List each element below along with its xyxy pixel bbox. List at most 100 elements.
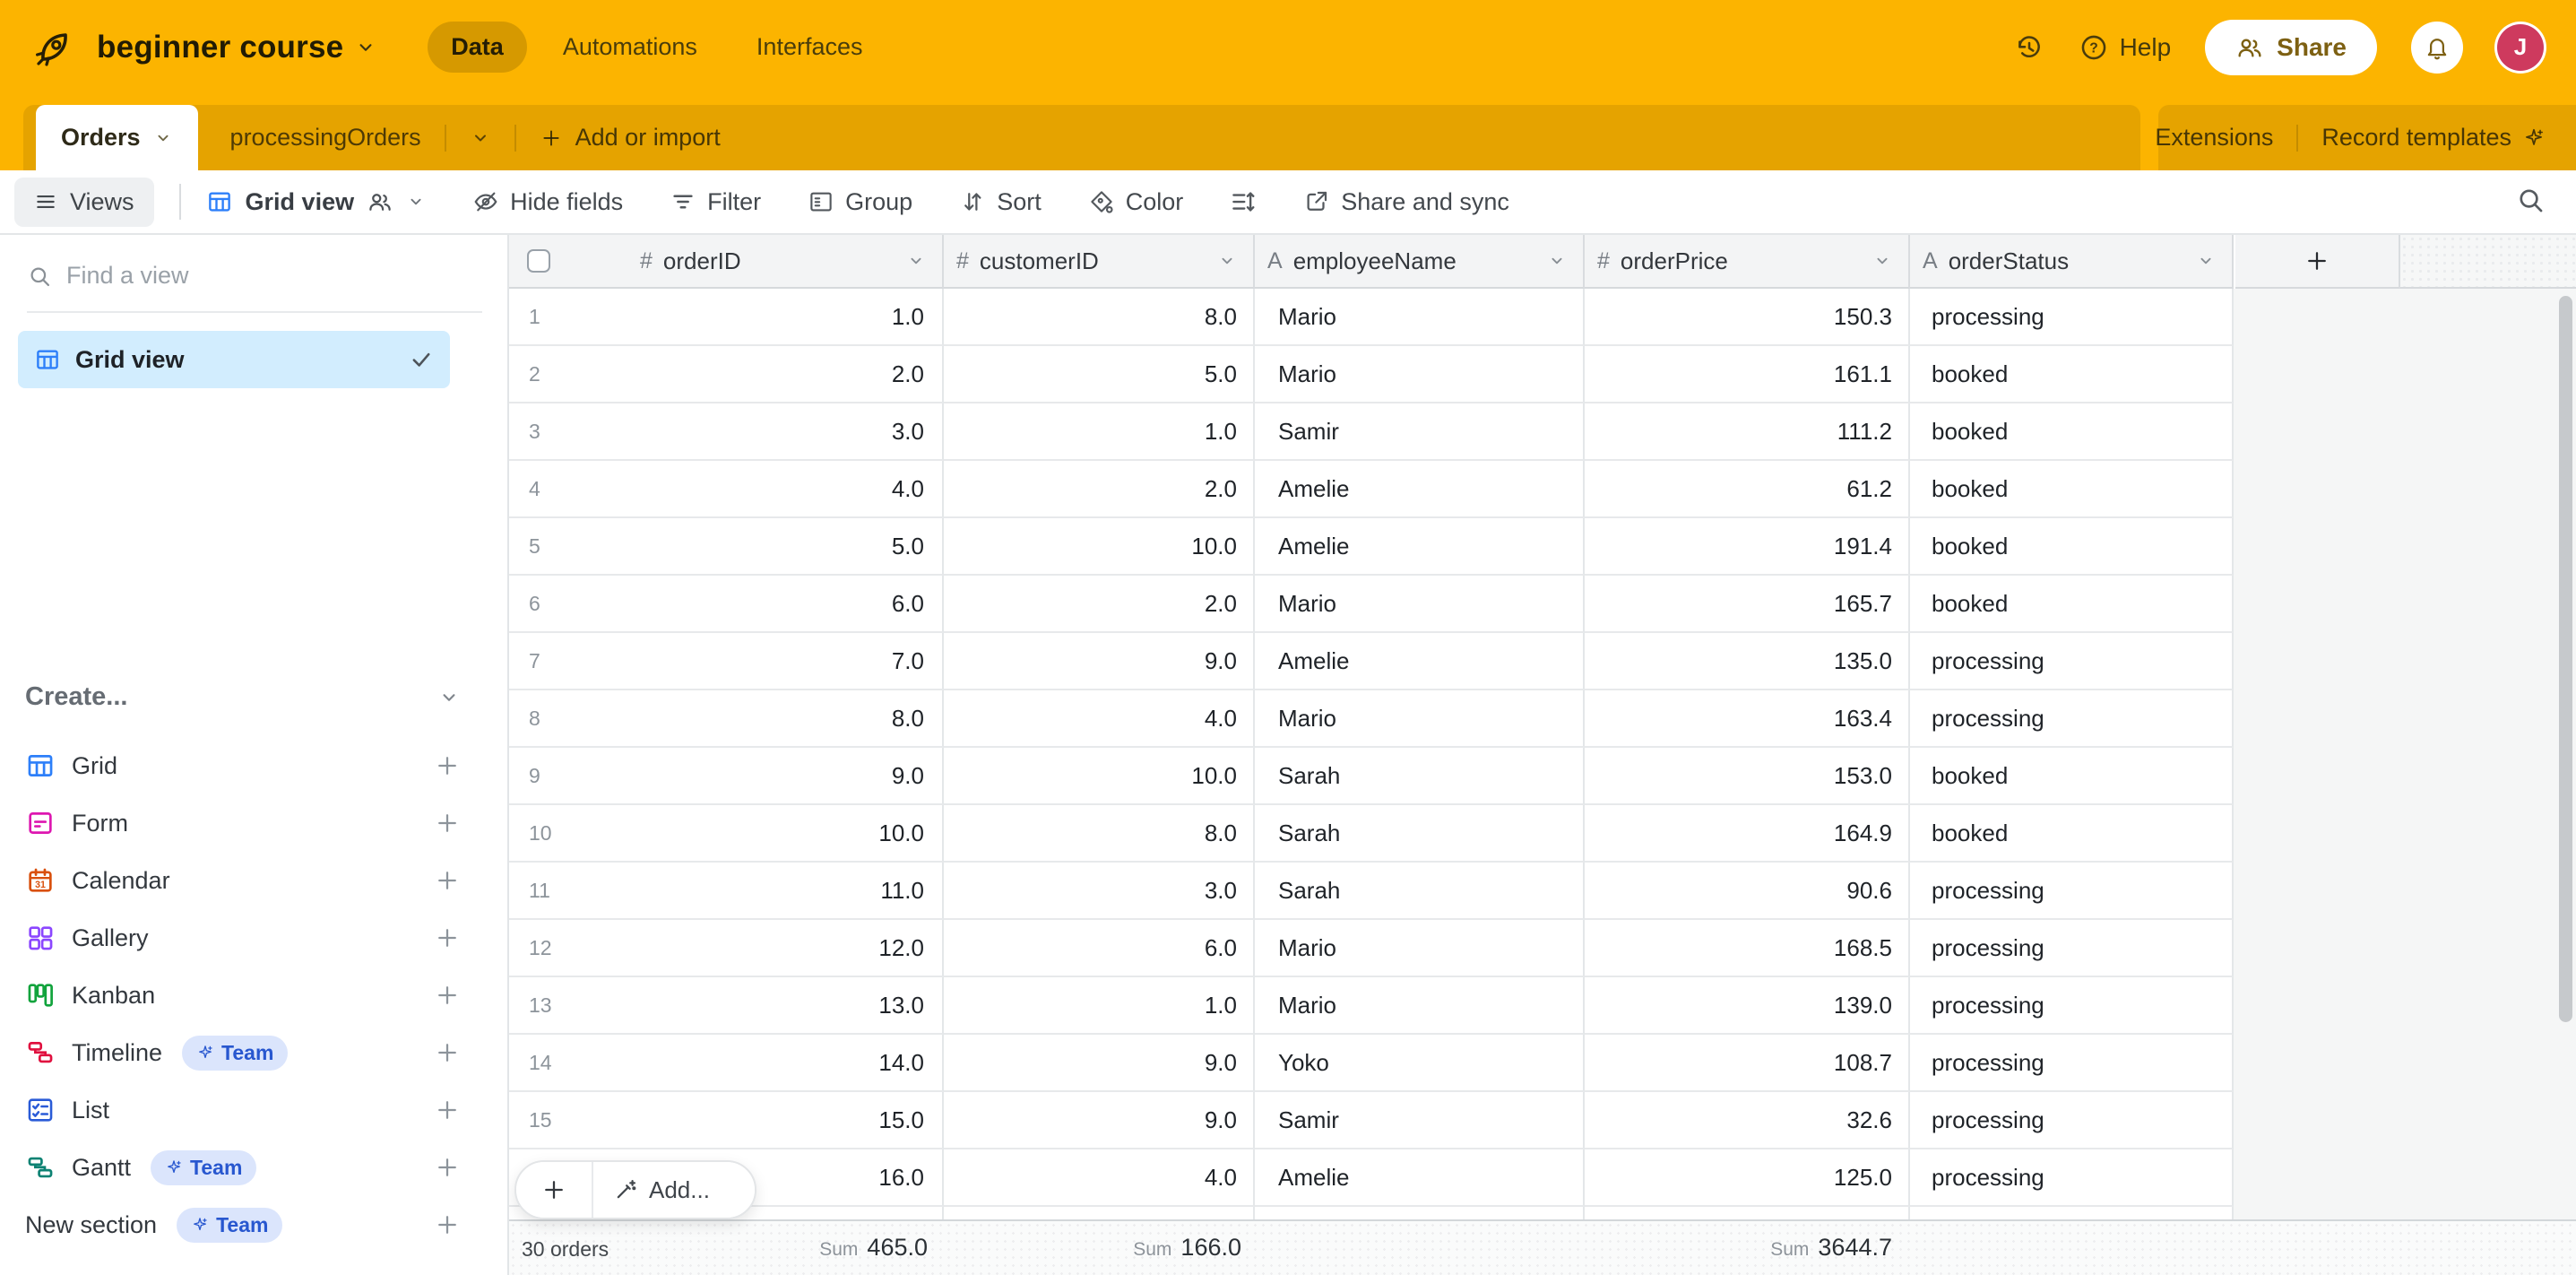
cell-customerid[interactable]: 4.0 [944, 1149, 1255, 1207]
table-row[interactable]: 3 3.0 1.0 Samir 111.2 booked [509, 403, 2234, 461]
share-and-sync-button[interactable]: Share and sync [1303, 188, 1509, 216]
cell-orderprice[interactable]: 161.1 [1585, 346, 1910, 403]
cell-orderprice[interactable]: 108.7 [1585, 1035, 1910, 1092]
add-field-button[interactable] [2235, 235, 2400, 289]
cell-customerid[interactable]: 1.0 [944, 977, 1255, 1035]
table-row[interactable]: 7 7.0 9.0 Amelie 135.0 processing [509, 633, 2234, 690]
column-chevron-down-icon[interactable] [1217, 251, 1237, 271]
cell-employeename[interactable]: Samir [1255, 1092, 1585, 1149]
table-row[interactable]: 10 10.0 8.0 Sarah 164.9 booked [509, 805, 2234, 863]
cell-employeename[interactable]: Amelie [1255, 518, 1585, 576]
history-icon[interactable] [2014, 32, 2044, 63]
cell-orderprice[interactable]: 153.0 [1585, 748, 1910, 805]
cell-customerid[interactable]: 6.0 [944, 920, 1255, 977]
sort-button[interactable]: Sort [959, 188, 1042, 216]
table-tab-processingorders[interactable]: processingOrders [230, 124, 421, 152]
cell-employeename[interactable]: Mario [1255, 576, 1585, 633]
cell-customerid[interactable]: 2.0 [944, 461, 1255, 518]
create-item-grid[interactable]: Grid [25, 737, 461, 794]
cell-employeename[interactable]: Amelie [1255, 633, 1585, 690]
cell-orderid[interactable]: 1 1.0 [509, 289, 944, 346]
current-view-button[interactable]: Grid view [206, 188, 427, 216]
base-title[interactable]: beginner course [97, 30, 343, 65]
plus-icon[interactable] [434, 982, 461, 1009]
plus-icon[interactable] [434, 752, 461, 779]
sum-orderprice[interactable]: Sum 3644.7 [1585, 1234, 1892, 1262]
plus-icon[interactable] [434, 1097, 461, 1123]
avatar[interactable]: J [2497, 24, 2544, 71]
cell-customerid[interactable]: 8.0 [944, 289, 1255, 346]
help-button[interactable]: Help [2079, 32, 2172, 63]
find-view-input[interactable] [66, 262, 482, 290]
column-chevron-down-icon[interactable] [1547, 251, 1567, 271]
cell-orderid[interactable]: 2 2.0 [509, 346, 944, 403]
table-row[interactable]: 5 5.0 10.0 Amelie 191.4 booked [509, 518, 2234, 576]
plus-icon[interactable] [434, 1154, 461, 1181]
cell-orderprice[interactable]: 165.7 [1585, 576, 1910, 633]
cell-orderprice[interactable]: 163.4 [1585, 690, 1910, 748]
cell-employeename[interactable]: Yoko [1255, 1035, 1585, 1092]
filter-button[interactable]: Filter [670, 188, 761, 216]
table-row[interactable]: 15 15.0 9.0 Samir 32.6 processing [509, 1092, 2234, 1149]
table-row[interactable]: 4 4.0 2.0 Amelie 61.2 booked [509, 461, 2234, 518]
sum-orderid[interactable]: Sum 465.0 [509, 1234, 928, 1262]
column-header-orderstatus[interactable]: A orderStatus [1910, 235, 2234, 289]
nav-tab-data[interactable]: Data [428, 22, 527, 73]
base-title-chevron-down-icon[interactable] [354, 36, 377, 59]
cell-employeename[interactable]: Amelie [1255, 461, 1585, 518]
cell-orderid[interactable]: 3 3.0 [509, 403, 944, 461]
plus-icon[interactable] [434, 924, 461, 951]
group-button[interactable]: Group [808, 188, 912, 216]
cell-orderid[interactable]: 9 9.0 [509, 748, 944, 805]
cell-employeename[interactable]: Mario [1255, 920, 1585, 977]
cell-orderstatus[interactable]: processing [1910, 920, 2234, 977]
column-header-orderid[interactable]: # orderID [509, 235, 944, 289]
cell-orderprice[interactable]: 164.9 [1585, 805, 1910, 863]
table-tab-orders[interactable]: Orders [36, 105, 198, 170]
cell-customerid[interactable]: 1.0 [944, 403, 1255, 461]
cell-orderid[interactable]: 4 4.0 [509, 461, 944, 518]
cell-customerid[interactable]: 8.0 [944, 805, 1255, 863]
cell-orderstatus[interactable]: processing [1910, 1035, 2234, 1092]
table-row[interactable]: 11 11.0 3.0 Sarah 90.6 processing [509, 863, 2234, 920]
cell-customerid[interactable]: 10.0 [944, 748, 1255, 805]
cell-employeename[interactable]: Sarah [1255, 805, 1585, 863]
nav-tab-interfaces[interactable]: Interfaces [733, 22, 886, 73]
plus-icon[interactable] [434, 1211, 461, 1238]
table-row[interactable]: 2 2.0 5.0 Mario 161.1 booked [509, 346, 2234, 403]
cell-employeename[interactable]: Mario [1255, 977, 1585, 1035]
table-row[interactable]: 14 14.0 9.0 Yoko 108.7 processing [509, 1035, 2234, 1092]
column-chevron-down-icon[interactable] [2196, 251, 2216, 271]
cell-customerid[interactable]: 9.0 [944, 1035, 1255, 1092]
add-record-button[interactable] [516, 1162, 592, 1218]
cell-employeename[interactable]: Mario [1255, 690, 1585, 748]
cell-orderstatus[interactable]: processing [1910, 1092, 2234, 1149]
row-height-button[interactable] [1230, 188, 1257, 215]
add-with-ai-button[interactable]: Add... [593, 1162, 755, 1218]
create-item-calendar[interactable]: Calendar [25, 852, 461, 909]
cell-orderstatus[interactable]: processing [1910, 1149, 2234, 1207]
cell-orderid[interactable]: 5 5.0 [509, 518, 944, 576]
sidebar-view-grid-view[interactable]: Grid view [18, 331, 450, 388]
create-item-timeline[interactable]: Timeline Team [25, 1024, 461, 1081]
cell-orderid[interactable]: 15 15.0 [509, 1092, 944, 1149]
column-chevron-down-icon[interactable] [906, 251, 926, 271]
cell-orderid[interactable]: 11 11.0 [509, 863, 944, 920]
cell-orderstatus[interactable]: processing [1910, 863, 2234, 920]
create-item-kanban[interactable]: Kanban [25, 967, 461, 1024]
cell-orderstatus[interactable]: processing [1910, 633, 2234, 690]
hide-fields-button[interactable]: Hide fields [472, 188, 623, 216]
cell-customerid[interactable]: 9.0 [944, 1092, 1255, 1149]
cell-orderstatus[interactable]: booked [1910, 748, 2234, 805]
cell-orderid[interactable]: 14 14.0 [509, 1035, 944, 1092]
create-item-list[interactable]: List [25, 1081, 461, 1139]
plus-icon[interactable] [434, 810, 461, 837]
record-templates-button[interactable]: Record templates [2321, 124, 2511, 152]
add-or-import-button[interactable]: Add or import [540, 124, 721, 152]
cell-orderid[interactable]: 10 10.0 [509, 805, 944, 863]
vertical-scrollbar[interactable] [2559, 296, 2572, 1022]
cell-orderprice[interactable]: 191.4 [1585, 518, 1910, 576]
views-button[interactable]: Views [14, 178, 154, 227]
table-list-chevron-down-icon[interactable] [470, 127, 491, 149]
cell-orderprice[interactable]: 61.2 [1585, 461, 1910, 518]
